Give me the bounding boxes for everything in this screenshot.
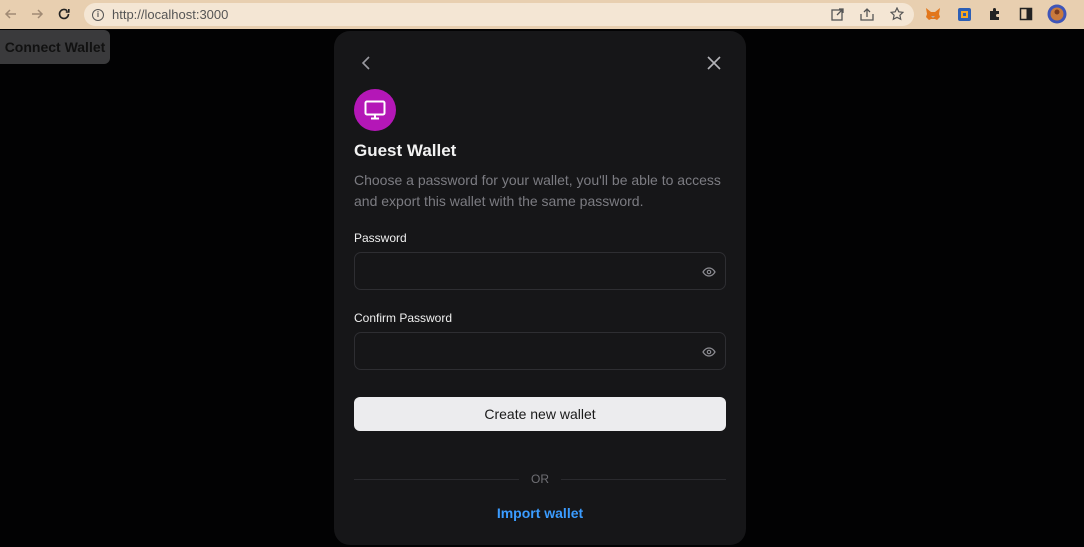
forward-icon[interactable] — [26, 3, 48, 25]
modal-title: Guest Wallet — [354, 141, 457, 160]
side-panel-icon[interactable] — [1015, 3, 1037, 25]
share-icon[interactable] — [858, 5, 876, 23]
back-chevron-icon[interactable] — [354, 51, 378, 75]
modal-description: Choose a password for your wallet, you'l… — [354, 172, 721, 209]
guest-wallet-avatar — [354, 89, 396, 131]
confirm-password-label: Confirm Password — [354, 311, 453, 325]
metamask-extension-icon[interactable] — [922, 3, 944, 25]
monitor-icon — [364, 100, 386, 120]
close-icon[interactable] — [702, 51, 726, 75]
import-wallet-link[interactable]: Import wallet — [334, 505, 746, 521]
profile-avatar-icon[interactable] — [1046, 3, 1068, 25]
kebab-menu-icon[interactable] — [1077, 3, 1084, 25]
back-icon[interactable] — [0, 3, 22, 25]
guest-wallet-modal: Guest Wallet Choose a password for your … — [334, 31, 746, 545]
connect-wallet-button[interactable]: Connect Wallet — [0, 30, 110, 64]
password-input[interactable] — [355, 253, 725, 289]
extension-square-icon[interactable] — [953, 3, 975, 25]
bookmark-star-icon[interactable] — [888, 5, 906, 23]
divider-right — [561, 479, 726, 480]
browser-toolbar: i http://localhost:3000 — [0, 0, 1084, 29]
reload-icon[interactable] — [53, 3, 75, 25]
eye-icon[interactable] — [701, 344, 717, 360]
url-text[interactable]: http://localhost:3000 — [112, 7, 228, 22]
create-new-wallet-button[interactable]: Create new wallet — [354, 397, 726, 431]
info-icon[interactable]: i — [92, 8, 104, 21]
confirm-password-input[interactable] — [355, 333, 725, 369]
eye-icon[interactable] — [701, 264, 717, 280]
open-external-icon[interactable] — [828, 5, 846, 23]
password-label: Password — [354, 231, 407, 245]
confirm-password-field-wrapper — [354, 332, 726, 370]
puzzle-icon[interactable] — [984, 3, 1006, 25]
address-bar[interactable]: i http://localhost:3000 — [84, 3, 914, 26]
password-field-wrapper — [354, 252, 726, 290]
